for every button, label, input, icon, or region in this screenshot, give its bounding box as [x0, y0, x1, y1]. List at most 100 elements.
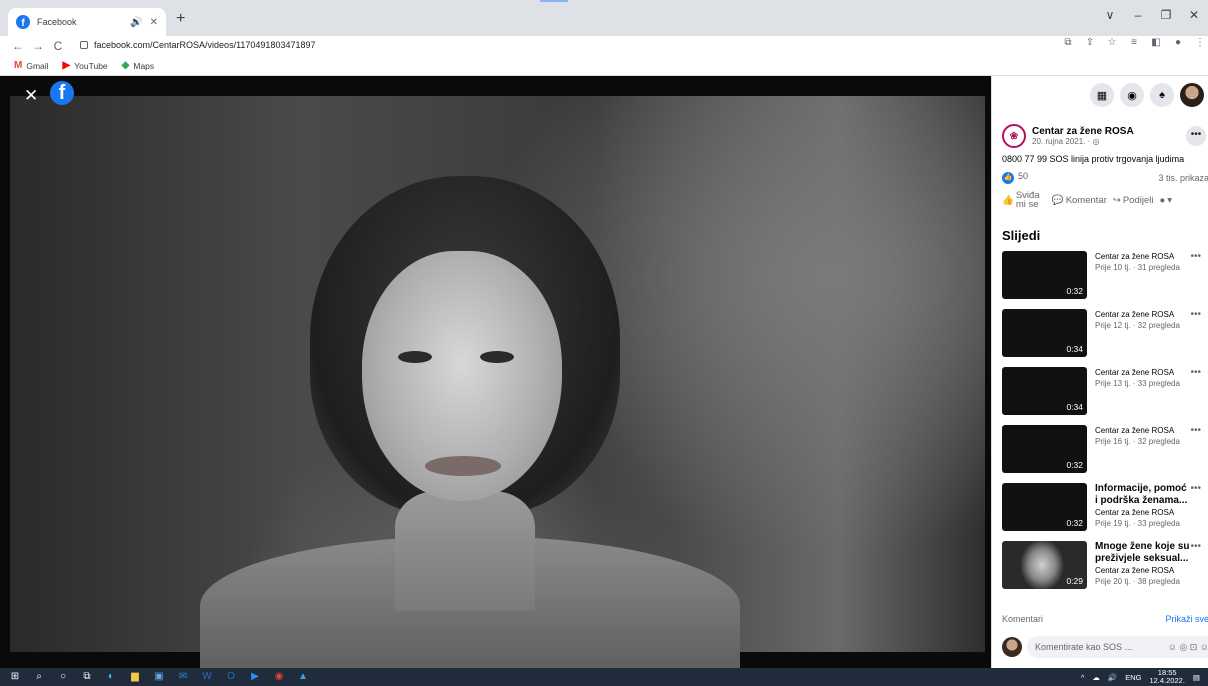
clock[interactable]: 18:55 12.4.2022. — [1149, 669, 1184, 685]
list-item[interactable]: 0:34 Centar za žene ROSA Prije 13 tj. · … — [1002, 367, 1208, 425]
list-item[interactable]: 0:32 Centar za žene ROSA Prije 10 tj. · … — [1002, 251, 1208, 309]
speaker-icon[interactable]: 🔊 — [130, 17, 142, 28]
notifications-bell-icon[interactable]: ♠ — [1150, 83, 1174, 107]
chrome-icon[interactable]: ◉ — [272, 671, 286, 683]
list-item[interactable]: 0:34 Centar za žene ROSA Prije 12 tj. · … — [1002, 309, 1208, 367]
video-thumbnail[interactable]: 0:34 — [1002, 367, 1087, 415]
video-duration: 0:32 — [1066, 286, 1083, 296]
bookmark-gmail[interactable]: M Gmail — [14, 60, 49, 71]
video-channel[interactable]: Centar za žene ROSA — [1095, 425, 1191, 436]
video-channel[interactable]: Centar za žene ROSA — [1095, 507, 1191, 518]
minimize-button[interactable]: – — [1124, 8, 1152, 22]
menu-grid-icon[interactable]: ▦ — [1090, 83, 1114, 107]
back-button[interactable]: ← — [8, 39, 28, 53]
video-more-icon[interactable]: ••• — [1190, 251, 1201, 262]
post-date[interactable]: 20. rujna 2021. · ◎ — [1032, 137, 1134, 146]
video-thumbnail[interactable]: 0:32 — [1002, 251, 1087, 299]
list-item[interactable]: 0:32 Informacije, pomoć i podrška ženama… — [1002, 483, 1208, 541]
close-window-button[interactable]: ✕ — [1180, 8, 1208, 22]
video-more-icon[interactable]: ••• — [1190, 541, 1201, 552]
list-item[interactable]: 0:32 Centar za žene ROSA Prije 16 tj. · … — [1002, 425, 1208, 483]
network-icon[interactable]: ☁ — [1092, 673, 1100, 682]
tab-close-icon[interactable]: ✕ — [150, 17, 158, 28]
bookmark-star-icon[interactable]: ☆ — [1104, 37, 1120, 48]
video-more-icon[interactable]: ••• — [1190, 309, 1201, 320]
video-thumbnail[interactable]: 0:29 — [1002, 541, 1087, 589]
more-options-button[interactable]: ••• — [1186, 126, 1206, 146]
close-video-icon[interactable]: ✕ — [24, 86, 38, 106]
store-icon[interactable]: ▣ — [152, 671, 166, 683]
video-channel[interactable]: Centar za žene ROSA — [1095, 565, 1191, 576]
tab-facebook[interactable]: f Facebook 🔊 ✕ — [8, 8, 166, 36]
video-stage[interactable]: ✕ f — [0, 76, 991, 668]
comments-label: Komentari — [1002, 614, 1044, 624]
video-channel[interactable]: Centar za žene ROSA — [1095, 367, 1191, 378]
rosa-logo-icon[interactable]: ❀ — [1002, 124, 1026, 148]
video-thumbnail[interactable]: 0:34 — [1002, 309, 1087, 357]
video-channel[interactable]: Centar za žene ROSA — [1095, 251, 1191, 262]
share-button[interactable]: ↪ Podijeli — [1113, 195, 1154, 206]
reload-button[interactable]: C — [48, 39, 68, 53]
menu-icon[interactable]: ⋮ — [1192, 37, 1208, 48]
mail-icon[interactable]: ✉ — [176, 671, 190, 683]
bookmark-maps[interactable]: ◆ Maps — [122, 60, 155, 71]
reaction-avatar-dropdown[interactable]: ● ▾ — [1159, 195, 1172, 206]
video-meta: Prije 20 tj. · 38 pregleda — [1095, 577, 1180, 586]
video-thumbnail[interactable]: 0:32 — [1002, 425, 1087, 473]
profile-icon[interactable]: ● — [1170, 37, 1186, 48]
tab-search-icon[interactable]: ∨ — [1096, 8, 1124, 22]
forward-button[interactable]: → — [28, 39, 48, 53]
account-avatar[interactable] — [1180, 83, 1204, 107]
windows-taskbar: ⊞ ⌕ ○ ⧉ ◐ ▆ ▣ ✉ W O ▶ ◉ ▲ ^ ☁ 🔊 ENG 18:5… — [0, 668, 1208, 686]
media-indicator — [540, 0, 568, 2]
url-text[interactable]: facebook.com/CentarROSA/videos/117049180… — [94, 40, 315, 50]
volume-icon[interactable]: 🔊 — [1108, 673, 1117, 682]
windows-start-icon[interactable]: ⊞ — [8, 671, 22, 683]
bookmarks-bar: M Gmail ▶ YouTube ◆ Maps — [0, 56, 1208, 76]
video-player[interactable] — [10, 96, 985, 668]
search-icon[interactable]: ⌕ — [32, 671, 46, 683]
share-icon[interactable]: ⇪ — [1082, 37, 1098, 48]
share-arrow-icon: ↪ — [1112, 194, 1121, 206]
video-side-panel: ▦ ◉ ♠ ❀ Centar za žene ROSA 20. rujna 20… — [991, 76, 1208, 668]
comment-input[interactable]: Komentirate kao SOS ... ☺ ◎ ⊡ ☺ — [1027, 636, 1208, 658]
video-duration: 0:29 — [1066, 576, 1083, 586]
facebook-favicon-icon: f — [16, 15, 30, 29]
language-indicator[interactable]: ENG — [1125, 673, 1141, 682]
word-icon[interactable]: W — [200, 671, 214, 683]
restore-button[interactable]: ❐ — [1152, 8, 1180, 22]
likes-count[interactable]: 👍 50 — [1002, 171, 1028, 184]
file-explorer-icon[interactable]: ▆ — [128, 671, 142, 683]
edge-icon[interactable]: ◐ — [104, 671, 118, 683]
views-count: 3 tis. prikaza — [1158, 172, 1208, 183]
facebook-logo-icon[interactable]: f — [50, 81, 74, 105]
reading-list-icon[interactable]: ≡ — [1126, 37, 1142, 48]
translate-icon[interactable]: ⧉ — [1060, 37, 1076, 48]
video-more-icon[interactable]: ••• — [1190, 367, 1201, 378]
bookmark-youtube[interactable]: ▶ YouTube — [63, 60, 108, 71]
like-button[interactable]: 👍 Sviđa mi se — [1002, 191, 1046, 210]
list-item[interactable]: 0:29 Mnoge žene koje su preživjele seksu… — [1002, 541, 1208, 599]
comment-button[interactable]: 💬 Komentar — [1052, 195, 1107, 206]
new-tab-button[interactable]: + — [176, 10, 185, 28]
lock-icon[interactable] — [80, 41, 88, 49]
messenger-icon[interactable]: ◉ — [1120, 83, 1144, 107]
video-more-icon[interactable]: ••• — [1190, 425, 1201, 436]
notification-icon[interactable]: ▤ — [1193, 673, 1200, 682]
video-channel[interactable]: Centar za žene ROSA — [1095, 309, 1191, 320]
cortana-icon[interactable]: ○ — [56, 671, 70, 683]
outlook-icon[interactable]: O — [224, 671, 238, 683]
app-icon[interactable]: ▲ — [296, 671, 310, 683]
zoom-icon[interactable]: ▶ — [248, 671, 262, 683]
video-title[interactable]: Informacije, pomoć i podrška ženama... — [1095, 483, 1191, 507]
page-name[interactable]: Centar za žene ROSA — [1032, 126, 1134, 137]
tray-chevron-up-icon[interactable]: ^ — [1081, 673, 1085, 682]
task-view-icon[interactable]: ⧉ — [80, 671, 94, 683]
show-all-link[interactable]: Prikaži sve — [1165, 614, 1208, 624]
side-panel-icon[interactable]: ◧ — [1148, 37, 1164, 48]
video-more-icon[interactable]: ••• — [1190, 483, 1201, 494]
video-title[interactable]: Mnoge žene koje su preživjele seksual... — [1095, 541, 1191, 565]
emoji-icons[interactable]: ☺ ◎ ⊡ ☺ — [1168, 642, 1208, 653]
address-bar[interactable]: facebook.com/CentarROSA/videos/117049180… — [80, 36, 315, 54]
video-thumbnail[interactable]: 0:32 — [1002, 483, 1087, 531]
